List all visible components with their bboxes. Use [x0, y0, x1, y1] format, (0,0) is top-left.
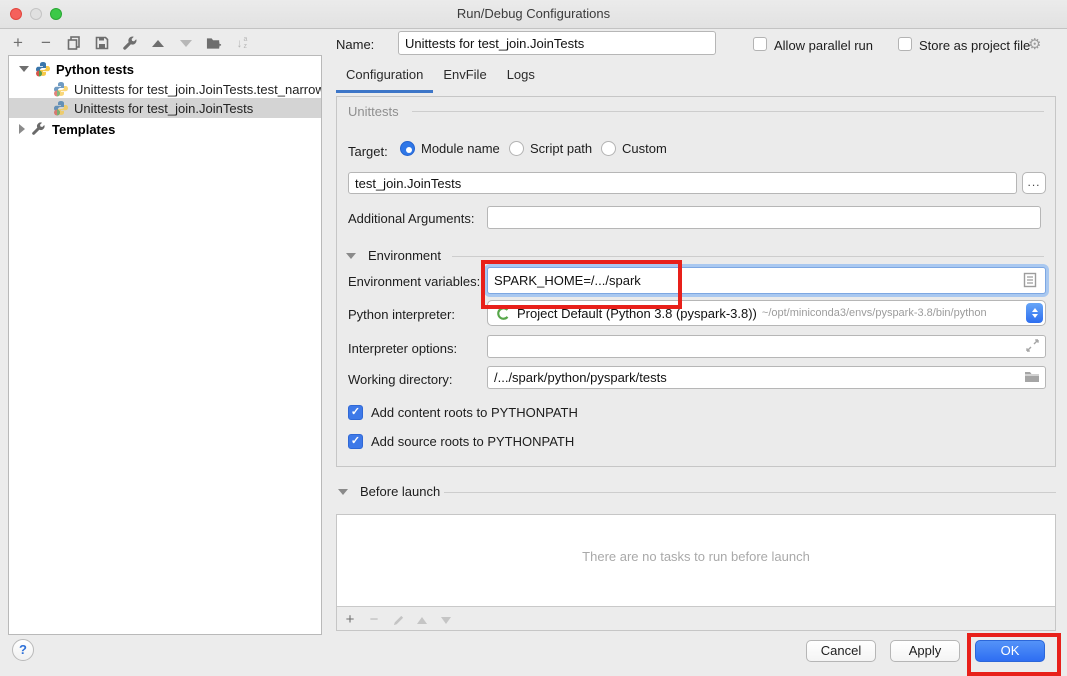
save-configuration-icon[interactable] [94, 35, 110, 51]
window-title: Run/Debug Configurations [0, 6, 1067, 21]
radio-label: Script path [530, 141, 592, 156]
tree-item-label: Unittests for test_join.JoinTests [74, 101, 253, 116]
collapse-icon[interactable] [346, 253, 356, 259]
tasks-toolbar: + − [343, 611, 453, 629]
module-name-input[interactable] [348, 172, 1017, 194]
radio-label: Module name [421, 141, 500, 156]
conda-env-icon [496, 306, 511, 321]
help-button[interactable]: ? [12, 639, 34, 661]
remove-icon[interactable]: − [38, 35, 54, 51]
empty-tasks-message: There are no tasks to run before launch [337, 549, 1055, 564]
tab-envfile[interactable]: EnvFile [433, 67, 496, 93]
checked-checkbox-icon[interactable]: ✓ [348, 434, 363, 449]
edit-task-pencil-icon[interactable] [391, 613, 405, 627]
checked-checkbox-icon[interactable]: ✓ [348, 405, 363, 420]
interpreter-path: ~/opt/miniconda3/envs/pyspark-3.8/bin/py… [762, 307, 1022, 319]
tab-configuration[interactable]: Configuration [336, 67, 433, 93]
tree-item-unittests-jointests[interactable]: Unittests for test_join.JoinTests [9, 98, 322, 118]
move-task-down-icon[interactable] [439, 613, 453, 627]
tree-item-templates[interactable]: Templates [9, 119, 322, 139]
python-tests-icon [35, 61, 51, 77]
copy-configuration-icon[interactable] [66, 35, 82, 51]
name-label: Name: [336, 37, 374, 52]
python-interpreter-select[interactable]: Project Default (Python 3.8 (pyspark-3.8… [487, 300, 1046, 326]
run-debug-configurations-dialog: Run/Debug Configurations + − ↓ az [0, 0, 1067, 671]
before-launch-tasks-box: There are no tasks to run before launch … [336, 514, 1056, 631]
add-content-roots-label: Add content roots to PYTHONPATH [371, 405, 578, 420]
move-task-up-icon[interactable] [415, 613, 429, 627]
templates-wrench-icon [31, 121, 47, 137]
section-divider [444, 492, 1056, 493]
interpreter-options-input[interactable] [487, 335, 1046, 358]
move-up-icon[interactable] [150, 35, 166, 51]
apply-button[interactable]: Apply [890, 640, 960, 662]
tree-item-unittests-test-narrow[interactable]: Unittests for test_join.JoinTests.test_n… [9, 79, 322, 99]
working-directory-input[interactable] [487, 366, 1046, 389]
environment-variables-label: Environment variables: [348, 274, 480, 289]
section-divider [412, 111, 1044, 112]
cancel-button[interactable]: Cancel [806, 640, 876, 662]
radio-module-name[interactable]: Module name [400, 141, 500, 156]
radio-icon[interactable] [509, 141, 524, 156]
tree-item-label: Unittests for test_join.JoinTests.test_n… [74, 82, 322, 97]
interpreter-options-label: Interpreter options: [348, 341, 457, 356]
radio-selected-icon[interactable] [400, 141, 415, 156]
tree-item-python-tests[interactable]: Python tests [9, 59, 322, 79]
add-icon[interactable]: + [10, 35, 26, 51]
configurations-toolbar: + − ↓ az [10, 33, 250, 53]
additional-arguments-label: Additional Arguments: [348, 211, 474, 226]
environment-variables-input[interactable] [487, 267, 1046, 294]
tree-item-label: Python tests [56, 62, 134, 77]
add-source-roots-label: Add source roots to PYTHONPATH [371, 434, 574, 449]
ok-button[interactable]: OK [975, 640, 1045, 662]
additional-arguments-input[interactable] [487, 206, 1041, 229]
python-test-config-icon [53, 81, 69, 97]
expand-icon[interactable] [19, 124, 25, 134]
gear-icon[interactable]: ⚙ [1028, 35, 1041, 53]
sort-az-icon[interactable]: ↓ az [234, 35, 250, 51]
allow-parallel-run-label: Allow parallel run [774, 38, 873, 53]
section-divider [452, 256, 1044, 257]
edit-variables-icon[interactable] [1023, 272, 1037, 293]
move-down-icon[interactable] [178, 35, 194, 51]
target-label: Target: [348, 144, 388, 159]
radio-custom[interactable]: Custom [601, 141, 667, 156]
before-launch-section-header[interactable]: Before launch [338, 484, 440, 499]
environment-section-header[interactable]: Environment [346, 248, 441, 263]
store-as-project-file-label: Store as project file [919, 38, 1030, 53]
allow-parallel-run-checkbox[interactable] [753, 37, 767, 51]
combo-stepper-icon[interactable] [1026, 303, 1043, 323]
working-directory-label: Working directory: [348, 372, 453, 387]
browse-button[interactable]: ... [1022, 172, 1046, 194]
add-source-roots-row[interactable]: ✓ Add source roots to PYTHONPATH [348, 434, 574, 449]
python-interpreter-label: Python interpreter: [348, 307, 455, 322]
folder-icon[interactable] [1024, 370, 1040, 388]
radio-script-path[interactable]: Script path [509, 141, 592, 156]
collapse-icon[interactable] [19, 66, 29, 72]
title-bar: Run/Debug Configurations [0, 0, 1067, 29]
configurations-tree: Python tests Unittests for test_join.Joi… [8, 55, 322, 635]
tree-item-label: Templates [52, 122, 115, 137]
new-folder-icon[interactable] [206, 35, 222, 51]
before-launch-title: Before launch [360, 484, 440, 499]
tab-logs[interactable]: Logs [497, 67, 545, 93]
tab-bar: Configuration EnvFile Logs [336, 66, 545, 93]
remove-task-icon[interactable]: − [367, 613, 381, 627]
interpreter-value: Project Default (Python 3.8 (pyspark-3.8… [517, 306, 757, 321]
expand-field-icon[interactable] [1026, 339, 1039, 357]
tasks-list-area[interactable]: There are no tasks to run before launch [337, 515, 1055, 607]
add-task-icon[interactable]: + [343, 613, 357, 627]
python-test-config-icon [53, 100, 69, 116]
add-content-roots-row[interactable]: ✓ Add content roots to PYTHONPATH [348, 405, 578, 420]
radio-label: Custom [622, 141, 667, 156]
environment-section-title: Environment [368, 248, 441, 263]
name-input[interactable] [398, 31, 716, 55]
store-as-project-file-checkbox[interactable] [898, 37, 912, 51]
unittests-section-title: Unittests [348, 104, 399, 119]
edit-templates-wrench-icon[interactable] [122, 35, 138, 51]
radio-icon[interactable] [601, 141, 616, 156]
collapse-icon[interactable] [338, 489, 348, 495]
